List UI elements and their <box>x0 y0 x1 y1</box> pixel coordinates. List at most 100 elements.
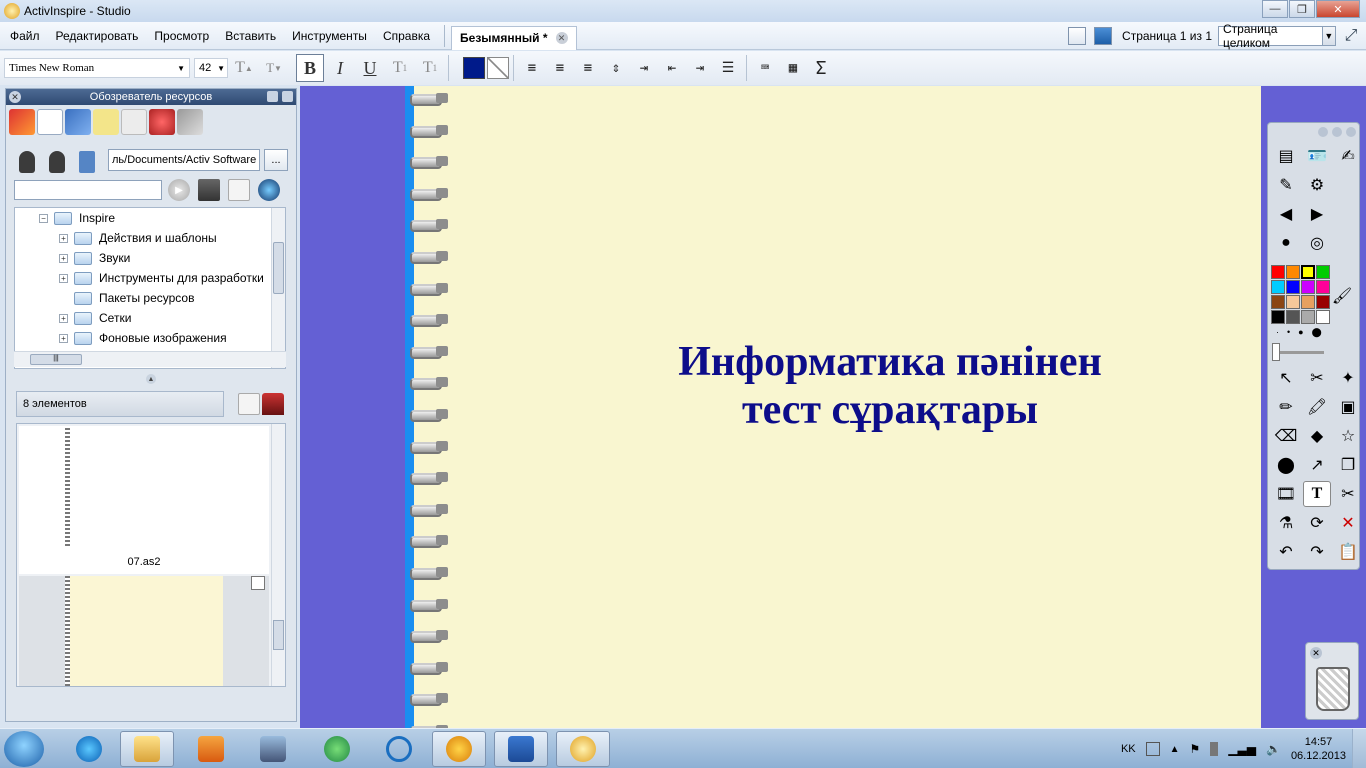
palette-color[interactable] <box>1301 265 1315 279</box>
palette-color[interactable] <box>1271 310 1285 324</box>
next-page-icon[interactable]: ▶ <box>1303 201 1331 227</box>
tree-collapse-icon[interactable]: − <box>39 213 48 223</box>
menu-edit[interactable]: Редактировать <box>48 22 147 50</box>
tab-document[interactable]: Безымянный * ✕ <box>451 25 577 50</box>
search-input[interactable] <box>14 180 162 200</box>
close-button[interactable]: ✕ <box>1316 0 1360 18</box>
zoom-select[interactable]: Страница целиком ▼ <box>1218 22 1336 50</box>
reset-page-icon[interactable]: ⟳ <box>1303 510 1331 536</box>
tree-expand-icon[interactable]: + <box>59 313 68 323</box>
tree-item[interactable]: + Инструменты для разработки <box>15 268 285 288</box>
start-button[interactable] <box>4 731 44 767</box>
toolbox-collapse-icon[interactable] <box>1332 127 1342 137</box>
tree-item[interactable]: + Сетки <box>15 308 285 328</box>
taskbar-messenger[interactable] <box>310 731 364 767</box>
palette-color[interactable] <box>1286 295 1300 309</box>
outdent-icon[interactable]: ⇥ <box>686 54 714 82</box>
italic-button[interactable]: I <box>326 54 354 82</box>
page-notes-icon[interactable] <box>1068 27 1087 45</box>
taskbar-explorer[interactable] <box>120 731 174 767</box>
record-icon[interactable]: ● <box>1272 230 1300 256</box>
underline-button[interactable]: U <box>356 54 384 82</box>
equation-icon[interactable]: Σ <box>807 54 835 82</box>
bullets-icon[interactable]: ☰ <box>714 54 742 82</box>
tree-horizontal-scrollbar[interactable]: ||| <box>14 351 286 367</box>
browse-button[interactable]: ... <box>264 149 288 171</box>
profile-icon[interactable]: 🪪 <box>1303 143 1331 169</box>
play-icon[interactable]: ▶ <box>168 179 190 201</box>
delete-icon[interactable]: ✕ <box>1334 510 1362 536</box>
show-desktop-button[interactable] <box>1352 729 1366 768</box>
fill-bucket-icon[interactable]: ◆ <box>1303 423 1331 449</box>
tree-expand-icon[interactable]: + <box>59 253 68 263</box>
fullscreen-icon[interactable]: ⤢ <box>1340 25 1362 47</box>
line-spacing-icon[interactable]: ⇕ <box>602 54 630 82</box>
maximize-button[interactable]: ❐ <box>1289 0 1315 18</box>
pen-icon[interactable]: ✏ <box>1272 394 1300 420</box>
tab-sticky-notes-icon[interactable] <box>93 109 119 135</box>
revealer-icon[interactable]: ✦ <box>1334 365 1362 391</box>
scrollbar-thumb[interactable] <box>273 620 284 650</box>
undo-icon[interactable]: ↶ <box>1272 539 1300 565</box>
font-family-select[interactable]: Times New Roman ▼ <box>4 58 190 78</box>
tree-vertical-scrollbar[interactable] <box>271 208 285 368</box>
main-menu-icon[interactable]: ▤ <box>1272 143 1300 169</box>
menu-tools[interactable]: Инструменты <box>284 22 375 50</box>
favorite-icon[interactable]: ☆ <box>1334 423 1362 449</box>
redo-icon[interactable]: ↷ <box>1303 539 1331 565</box>
text-tool-icon[interactable]: T <box>1303 481 1331 507</box>
web-browser-icon[interactable]: ◎ <box>1303 230 1331 256</box>
language-indicator[interactable]: KK <box>1121 743 1136 755</box>
taskbar-word[interactable] <box>494 731 548 767</box>
taskbar-activinspire[interactable] <box>556 731 610 767</box>
tree-item[interactable]: Пакеты ресурсов <box>15 288 285 308</box>
menu-file[interactable]: Файл <box>0 22 48 50</box>
select-all-icon[interactable]: ▦ <box>779 54 807 82</box>
thumbnail-scrollbar[interactable] <box>271 424 285 686</box>
menu-insert[interactable]: Вставить <box>217 22 284 50</box>
connector-icon[interactable]: ↗ <box>1303 452 1331 478</box>
search-icon[interactable] <box>258 179 280 201</box>
tab-object-browser-icon[interactable] <box>121 109 147 135</box>
palette-color[interactable] <box>1316 265 1330 279</box>
select-icon[interactable]: ↖ <box>1272 365 1300 391</box>
paragraph-spacing-icon[interactable]: ⇥ <box>630 54 658 82</box>
scrollbar-thumb[interactable] <box>273 242 284 294</box>
keyboard-icon[interactable] <box>1145 742 1160 756</box>
signal-icon[interactable]: ▁▃▅ <box>1228 742 1256 756</box>
dual-user-icon[interactable]: ✍ <box>1334 143 1362 169</box>
thumbnail-item[interactable]: 07.as2 <box>19 426 269 574</box>
spotlight-icon[interactable]: ▣ <box>1334 394 1362 420</box>
palette-color[interactable] <box>1286 310 1300 324</box>
taskbar-ie[interactable] <box>62 731 116 767</box>
tab-notes-icon[interactable] <box>65 109 91 135</box>
eraser-icon[interactable]: ⌫ <box>1272 423 1300 449</box>
indent-icon[interactable]: ⇤ <box>658 54 686 82</box>
tree-expand-icon[interactable]: + <box>59 273 68 283</box>
view-icon[interactable] <box>198 179 220 201</box>
toolbox-menu-icon[interactable] <box>1318 127 1328 137</box>
taskbar-app[interactable] <box>246 731 300 767</box>
shape-icon[interactable]: ⬤ <box>1272 452 1300 478</box>
tree-expand-icon[interactable]: + <box>59 333 68 343</box>
taskbar-globe-app[interactable] <box>432 731 486 767</box>
browser-pin-icon[interactable] <box>282 91 293 102</box>
highlighter-icon[interactable]: 🖍 <box>1303 394 1331 420</box>
volume-icon[interactable]: 🔈 <box>1266 742 1281 756</box>
trash-bin[interactable]: ✕ <box>1305 642 1359 720</box>
width-slider[interactable] <box>1272 343 1324 361</box>
tab-properties-icon[interactable] <box>149 109 175 135</box>
palette-color[interactable] <box>1316 280 1330 294</box>
clip-icon[interactable]: 🎞 <box>1272 481 1300 507</box>
flipchart-canvas[interactable]: Информатика пәнінен тест сұрақтары <box>300 86 1366 738</box>
stamp-icon[interactable] <box>262 393 284 415</box>
palette-color[interactable] <box>1301 310 1315 324</box>
palette-color[interactable] <box>1316 295 1330 309</box>
slide-title[interactable]: Информатика пәнінен тест сұрақтары <box>640 338 1140 434</box>
clear-icon[interactable]: ⚗ <box>1272 510 1300 536</box>
users-icon[interactable] <box>44 147 70 173</box>
bold-button[interactable]: B <box>296 54 324 82</box>
decrease-font-icon[interactable]: T ▼ <box>260 54 288 82</box>
page-menu-icon[interactable] <box>251 576 265 590</box>
collapse-arrow-icon[interactable]: ▲ <box>146 374 156 384</box>
